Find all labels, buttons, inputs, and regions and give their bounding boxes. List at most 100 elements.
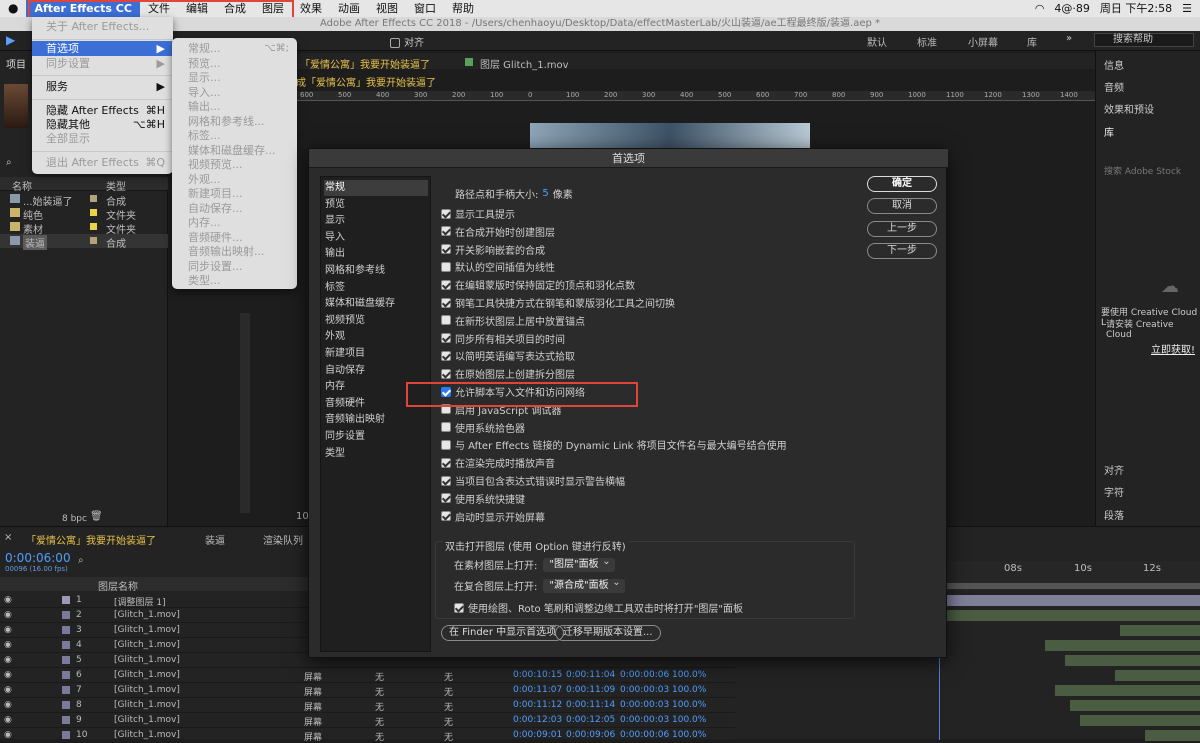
eye-icon[interactable]: ◉ (4, 655, 12, 665)
pref-checkbox[interactable] (441, 315, 451, 326)
tl-tab-comp[interactable]: 「爱情公寓」我要开始装逼了 (26, 532, 156, 547)
submenu-item[interactable]: 类型... (188, 274, 221, 288)
layer-duration-bar[interactable] (1045, 640, 1200, 651)
submenu-item[interactable]: 音频输出映射... (188, 245, 265, 259)
pref-checkbox[interactable] (441, 493, 451, 504)
layer-row[interactable]: ◉ 9 [Glitch_1.mov] 屏幕 无 无 0:00:12:03 0:00:12:05… (0, 713, 735, 728)
show-in-finder-button[interactable]: 在 Finder 中显示首选项 (441, 625, 565, 641)
panel-audio[interactable]: 音频 (1104, 79, 1124, 94)
submenu-item[interactable]: 音频硬件... (188, 231, 243, 245)
eye-icon[interactable]: ◉ (4, 610, 12, 620)
current-time[interactable]: 0:00:06:00 (5, 551, 71, 565)
menu-show-all[interactable]: 全部显示 (32, 131, 173, 146)
next-button[interactable]: 下一步 (867, 243, 937, 259)
submenu-item[interactable]: 显示... (188, 71, 221, 85)
pref-checkbox[interactable] (441, 475, 451, 486)
pref-option[interactable]: 在合成开始时创建图层 (441, 223, 555, 240)
pref-option[interactable]: 显示工具提示 (441, 205, 515, 222)
layer-duration-bar[interactable] (1055, 685, 1200, 696)
project-item[interactable]: 装逼 合成 (0, 234, 168, 250)
pref-checkbox[interactable] (441, 226, 451, 237)
panel-paragraph[interactable]: 段落 (1104, 507, 1124, 522)
pref-checkbox[interactable] (441, 422, 451, 433)
submenu-item[interactable]: 媒体和磁盘缓存... (188, 144, 276, 158)
submenu-item[interactable]: 新建项目... (188, 187, 243, 201)
menu-list-icon[interactable]: ☰ (1182, 0, 1192, 17)
pref-checkbox[interactable] (441, 350, 451, 361)
search-help-input[interactable]: 搜索帮助 (1094, 33, 1194, 47)
cancel-button[interactable]: 取消 (867, 198, 937, 214)
eye-icon[interactable]: ◉ (4, 640, 12, 650)
layer-duration-bar[interactable] (1065, 655, 1200, 666)
tl-tab-zhuangbi[interactable]: 装逼 (205, 532, 225, 547)
menu-hide-ae[interactable]: 隐藏 After Effects ⌘H (32, 103, 173, 118)
layer-duration-bar[interactable] (1115, 670, 1200, 681)
layer-row[interactable]: ◉ 8 [Glitch_1.mov] 屏幕 无 无 0:00:11:12 0:00:11:14… (0, 698, 735, 713)
layer-duration-bar[interactable] (1070, 700, 1200, 711)
prefs-nav-item[interactable]: 输出 (324, 246, 428, 262)
menu-about[interactable]: 关于 After Effects... (32, 19, 173, 34)
close-tab-icon[interactable]: × (4, 532, 12, 543)
pref-checkbox[interactable] (441, 297, 451, 308)
prefs-nav-item[interactable]: 自动保存 (324, 363, 428, 379)
panel-align[interactable]: 对齐 (1104, 462, 1124, 477)
label-color-swatch[interactable] (62, 626, 70, 634)
pref-option[interactable]: 在编辑蒙版时保持固定的顶点和羽化点数 (441, 276, 635, 293)
battery-status[interactable]: 4@·89 (1054, 0, 1090, 17)
clock[interactable]: 周日 下午2:58 (1100, 0, 1172, 17)
pref-option[interactable]: 与 After Effects 链接的 Dynamic Link 将项目文件名与… (441, 436, 787, 453)
tab-layer[interactable]: 图层 Glitch_1.mov (480, 56, 569, 71)
eye-icon[interactable]: ◉ (4, 715, 12, 725)
eye-icon[interactable]: ◉ (4, 595, 12, 605)
submenu-item[interactable]: 内存... (188, 216, 221, 230)
pref-checkbox[interactable] (441, 244, 451, 255)
prefs-nav-item[interactable]: 外观 (324, 329, 428, 345)
workspace-small-screen[interactable]: 小屏幕 (968, 34, 998, 49)
project-item[interactable]: 素材 文件夹 (0, 220, 168, 236)
prefs-nav-item[interactable]: 新建项目 (324, 346, 428, 362)
menu-window[interactable]: 窗口 (406, 0, 444, 17)
label-color-swatch[interactable] (62, 701, 70, 709)
panel-library[interactable]: 库 (1104, 124, 1114, 139)
pref-option[interactable]: 同步所有相关项目的时间 (441, 330, 565, 347)
menu-services[interactable]: 服务 ▶ (32, 79, 173, 94)
submenu-item[interactable]: 常规... (188, 42, 221, 56)
prev-button[interactable]: 上一步 (867, 221, 937, 237)
pref-option[interactable]: 当项目包含表达式错误时显示警告横幅 (441, 472, 625, 489)
cc-get-link[interactable]: 立即获取! (1151, 341, 1195, 356)
panel-info[interactable]: 信息 (1104, 57, 1124, 72)
label-color-swatch[interactable] (62, 716, 70, 724)
panel-character[interactable]: 字符 (1104, 484, 1124, 499)
submenu-item[interactable]: 预览... (188, 57, 221, 71)
ok-button[interactable]: 确定 (867, 176, 937, 192)
label-color-swatch[interactable] (62, 596, 70, 604)
eye-icon[interactable]: ◉ (4, 670, 12, 680)
menu-sync-settings[interactable]: 同步设置 ▶ (32, 56, 173, 71)
label-color-swatch[interactable] (62, 656, 70, 664)
wifi-icon[interactable]: ◠ (1035, 0, 1045, 17)
pref-checkbox[interactable] (441, 208, 451, 219)
pref-checkbox[interactable] (441, 333, 451, 344)
prefs-nav-item[interactable]: 标签 (324, 280, 428, 296)
submenu-item[interactable]: 导入... (188, 86, 221, 100)
project-search-icon[interactable]: ⌕ (6, 157, 12, 168)
pref-option[interactable]: 开关影响嵌套的合成 (441, 241, 545, 258)
pref-checkbox[interactable] (441, 279, 451, 290)
prefs-nav-item[interactable]: 网格和参考线 (324, 263, 428, 279)
prefs-nav-item[interactable]: 显示 (324, 213, 428, 229)
eye-icon[interactable]: ◉ (4, 625, 12, 635)
label-color-swatch[interactable] (62, 731, 70, 739)
submenu-item[interactable]: 视频预览... (188, 158, 243, 172)
submenu-item[interactable]: 外观... (188, 173, 221, 187)
selection-tool-icon[interactable]: ▶ (6, 33, 15, 47)
label-color-swatch[interactable] (62, 611, 70, 619)
tl-tab-render[interactable]: 渲染队列 (263, 532, 303, 547)
prefs-nav-item[interactable]: 预览 (324, 197, 428, 213)
tab-comp[interactable]: 「爱情公寓」我要开始装逼了 (300, 56, 430, 71)
pref-option[interactable]: 以简明英语编写表达式拾取 (441, 347, 575, 364)
pref-checkbox[interactable] (441, 457, 451, 468)
project-item[interactable]: ...始装逼了 合成 (0, 192, 168, 208)
eye-icon[interactable]: ◉ (4, 700, 12, 710)
prefs-nav-item[interactable]: 类型 (324, 446, 428, 462)
workspace-standard[interactable]: 标准 (917, 34, 937, 49)
